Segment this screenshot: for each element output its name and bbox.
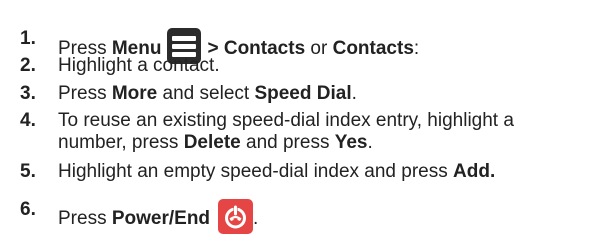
step-3: 3. Press More and select Speed Dial. [20, 83, 608, 105]
step-text: Highlight an empty speed-dial index and … [58, 161, 496, 182]
speed-dial-label: Speed Dial [254, 83, 352, 104]
power-end-icon [218, 199, 254, 234]
yes-label: Yes [334, 132, 368, 153]
step-6: 6. Press Power/End . [20, 199, 608, 234]
step-number: 6. [20, 199, 36, 220]
step-text: Highlight a contact. [58, 55, 220, 76]
step-text: Press Power/End . [58, 199, 608, 234]
step-4: 4. To reuse an existing speed-dial index… [20, 110, 608, 154]
instruction-list: 1. Press Menu > Contacts or Contacts: 2. … [0, 0, 613, 242]
power-end-label: Power/End [111, 208, 211, 229]
add-label: Add. [453, 161, 496, 182]
step-number: 3. [20, 83, 36, 104]
step-number: 1. [20, 28, 36, 49]
delete-label: Delete [183, 132, 241, 153]
step-number: 2. [20, 55, 36, 76]
more-label: More [111, 83, 158, 104]
step-5: 5. Highlight an empty speed-dial index a… [20, 161, 608, 183]
step-number: 5. [20, 161, 36, 182]
step-number: 4. [20, 110, 36, 131]
step-text: Press More and select Speed Dial. [58, 83, 357, 104]
step-2: 2. Highlight a contact. [20, 55, 608, 77]
step-text: To reuse an existing speed-dial index en… [58, 110, 514, 153]
